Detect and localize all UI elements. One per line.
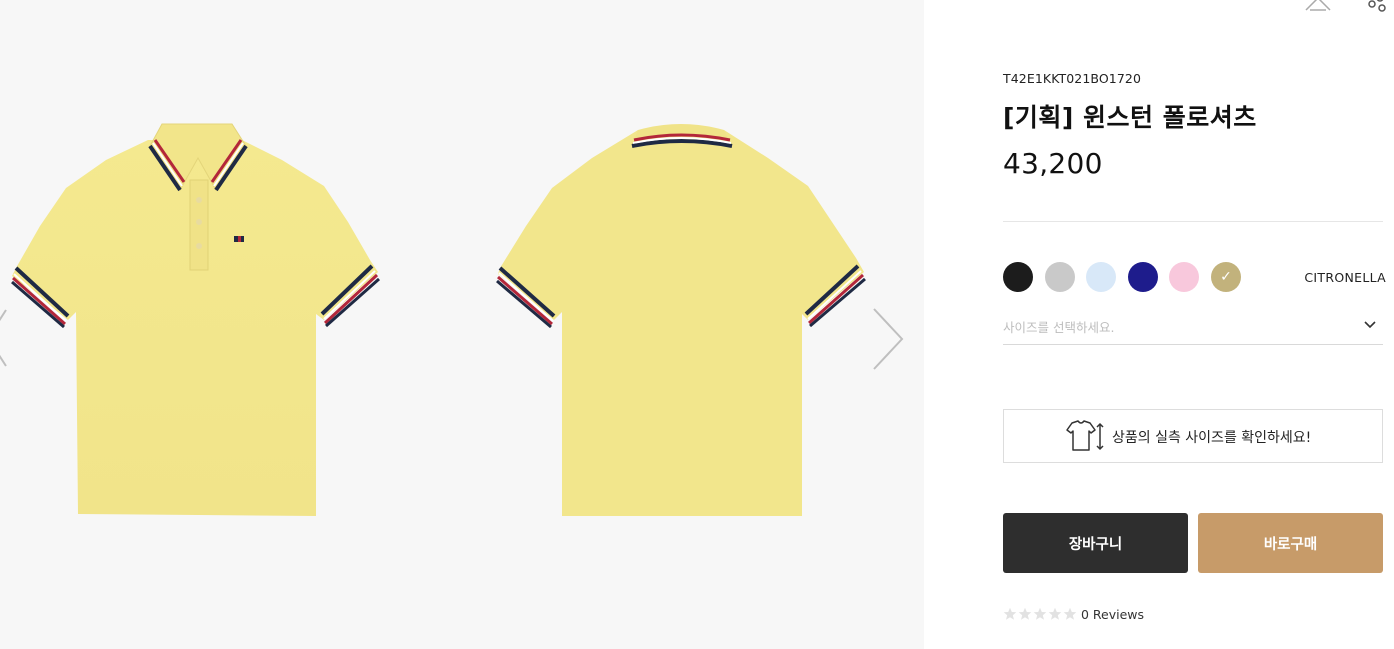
color-swatches: ✓ [1003, 262, 1253, 292]
chevron-down-icon [1364, 321, 1376, 329]
gallery-next-button[interactable] [868, 306, 908, 372]
product-details: T42E1KKT021BO1720 [기획] 윈스턴 폴로셔츠 43,200 ✓… [1003, 0, 1386, 649]
size-guide-button[interactable]: 상품의 실측 사이즈를 확인하세요! [1003, 409, 1383, 463]
selected-color-name: CITRONELLA [1304, 270, 1386, 285]
product-title: [기획] 윈스턴 폴로셔츠 [1003, 103, 1257, 132]
size-select-placeholder: 사이즈를 선택하세요. [1003, 320, 1115, 335]
color-swatch[interactable] [1044, 262, 1075, 292]
star-icon [1018, 607, 1032, 620]
product-sku: T42E1KKT021BO1720 [1003, 71, 1142, 86]
size-guide-label: 상품의 실측 사이즈를 확인하세요! [1112, 430, 1312, 446]
divider [1003, 221, 1383, 222]
color-swatch[interactable] [1003, 262, 1033, 292]
color-swatch[interactable] [1086, 262, 1117, 292]
check-icon: ✓ [1220, 269, 1232, 285]
add-to-cart-button[interactable]: 장바구니 [1003, 513, 1188, 573]
star-icon [1033, 607, 1047, 620]
color-swatch[interactable] [1127, 262, 1158, 292]
shirt-measure-icon [1066, 420, 1104, 451]
product-reviews[interactable]: 0 Reviews [1003, 606, 1203, 622]
size-select[interactable]: 사이즈를 선택하세요. [1003, 310, 1383, 345]
color-swatch[interactable]: ✓ [1211, 262, 1241, 292]
star-icon [1048, 607, 1062, 620]
product-price: 43,200 [1003, 147, 1103, 180]
product-image-back [496, 118, 868, 523]
chevron-right-icon [873, 308, 904, 370]
star-icon [1003, 607, 1017, 620]
rating-stars [1003, 607, 1079, 621]
product-image-front [10, 118, 386, 523]
star-icon [1063, 607, 1077, 620]
product-gallery[interactable] [0, 0, 924, 649]
buy-now-button[interactable]: 바로구매 [1198, 513, 1383, 573]
review-count: 0 Reviews [1081, 607, 1145, 622]
color-swatch[interactable] [1169, 262, 1200, 292]
